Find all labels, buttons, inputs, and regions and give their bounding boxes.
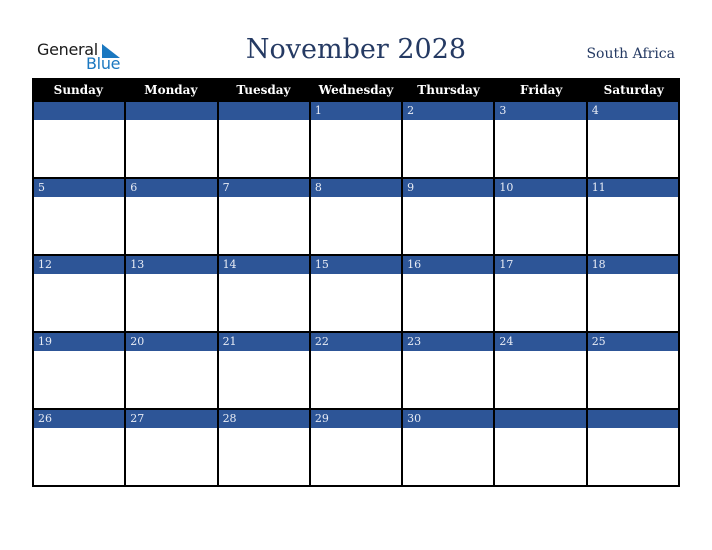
weekday-tuesday: Tuesday <box>236 83 291 97</box>
day-cell[interactable]: 8 <box>310 179 404 254</box>
weekday-friday: Friday <box>520 83 563 97</box>
day-number <box>126 102 217 120</box>
day-number: 1 <box>310 102 402 120</box>
weekday-saturday: Saturday <box>603 83 664 97</box>
week-row: 19 20 21 22 23 24 25 <box>32 333 680 410</box>
country-label: South Africa <box>586 46 675 62</box>
day-number: 19 <box>34 333 125 351</box>
day-number: 16 <box>403 256 494 274</box>
day-cell[interactable]: 26 <box>34 410 127 485</box>
day-number: 26 <box>34 410 125 428</box>
weekday-sunday: Sunday <box>53 83 103 97</box>
day-number: 12 <box>34 256 125 274</box>
day-cell[interactable]: 24 <box>495 333 588 408</box>
weeks-container: 1 2 3 4 5 6 7 8 9 10 11 12 13 14 15 16 17 18 19 20 21 22 23 24 2… <box>32 102 680 487</box>
day-cell[interactable]: 27 <box>126 410 219 485</box>
day-cell[interactable]: 20 <box>126 333 219 408</box>
day-number: 23 <box>403 333 494 351</box>
day-cell[interactable] <box>587 410 680 485</box>
day-number <box>495 410 586 428</box>
day-cell[interactable]: 17 <box>495 256 588 331</box>
day-number: 29 <box>310 410 402 428</box>
day-number: 15 <box>310 256 402 274</box>
day-number: 14 <box>218 256 309 274</box>
day-cell[interactable] <box>34 102 127 177</box>
day-number: 27 <box>126 410 217 428</box>
day-cell[interactable]: 18 <box>587 256 680 331</box>
weekday-header: Sunday Monday Tuesday Wednesday Thursday… <box>32 78 680 102</box>
day-cell[interactable]: 19 <box>34 333 127 408</box>
day-cell[interactable]: 23 <box>403 333 496 408</box>
day-number: 21 <box>218 333 309 351</box>
day-number <box>587 410 678 428</box>
weekday-thursday: Thursday <box>417 83 480 97</box>
day-cell[interactable]: 9 <box>403 179 496 254</box>
day-number: 8 <box>310 179 402 197</box>
day-number: 24 <box>495 333 586 351</box>
day-cell[interactable] <box>218 102 311 177</box>
week-row: 5 6 7 8 9 10 11 <box>32 179 680 256</box>
day-cell[interactable]: 5 <box>34 179 127 254</box>
day-cell[interactable]: 29 <box>310 410 404 485</box>
week-row: 12 13 14 15 16 17 18 <box>32 256 680 333</box>
calendar-grid: Sunday Monday Tuesday Wednesday Thursday… <box>32 78 680 487</box>
day-number: 20 <box>126 333 217 351</box>
day-cell[interactable]: 10 <box>495 179 588 254</box>
day-number: 5 <box>34 179 125 197</box>
day-number: 17 <box>495 256 586 274</box>
day-cell[interactable]: 22 <box>310 333 404 408</box>
day-cell[interactable]: 14 <box>218 256 311 331</box>
day-number: 2 <box>403 102 494 120</box>
week-row: 26 27 28 29 30 <box>32 410 680 487</box>
title-text: November 2028 <box>245 34 467 65</box>
day-cell[interactable]: 3 <box>495 102 588 177</box>
day-number: 22 <box>310 333 402 351</box>
day-cell[interactable] <box>495 410 588 485</box>
day-number: 4 <box>587 102 678 120</box>
day-cell[interactable]: 4 <box>587 102 680 177</box>
day-number: 9 <box>403 179 494 197</box>
day-cell[interactable]: 6 <box>126 179 219 254</box>
day-cell[interactable]: 2 <box>403 102 496 177</box>
day-cell[interactable]: 13 <box>126 256 219 331</box>
day-number: 10 <box>495 179 586 197</box>
week-row: 1234 <box>32 102 680 179</box>
day-number: 13 <box>126 256 217 274</box>
day-cell[interactable]: 28 <box>218 410 311 485</box>
weekday-monday: Monday <box>144 83 198 97</box>
day-cell[interactable]: 15 <box>310 256 404 331</box>
day-number: 3 <box>495 102 586 120</box>
day-number: 18 <box>587 256 678 274</box>
day-number: 11 <box>587 179 678 197</box>
day-cell[interactable]: 30 <box>403 410 496 485</box>
day-number <box>218 102 309 120</box>
day-cell[interactable]: 25 <box>587 333 680 408</box>
day-cell[interactable]: 7 <box>218 179 311 254</box>
day-cell[interactable]: 11 <box>587 179 680 254</box>
day-number: 7 <box>218 179 309 197</box>
day-number: 28 <box>218 410 309 428</box>
day-cell[interactable]: 1 <box>310 102 404 177</box>
day-cell[interactable] <box>126 102 219 177</box>
day-number: 6 <box>126 179 217 197</box>
day-cell[interactable]: 12 <box>34 256 127 331</box>
day-cell[interactable]: 21 <box>218 333 311 408</box>
day-number: 25 <box>587 333 678 351</box>
day-number <box>34 102 125 120</box>
day-cell[interactable]: 16 <box>403 256 496 331</box>
day-number: 30 <box>403 410 494 428</box>
weekday-wednesday: Wednesday <box>318 83 394 97</box>
